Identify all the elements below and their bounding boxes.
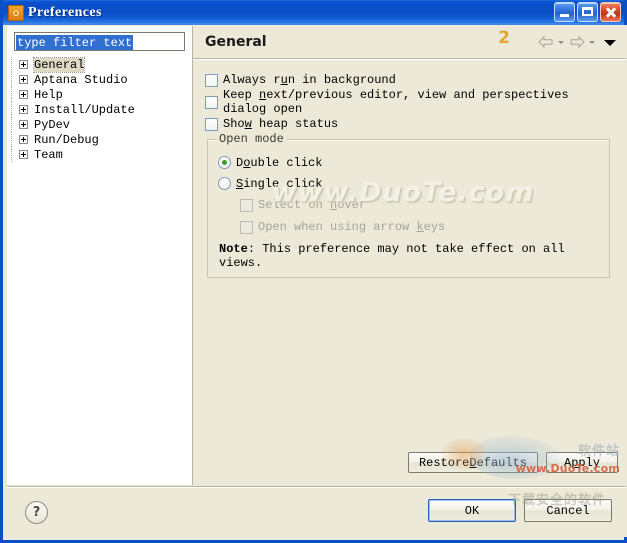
checkbox-icon[interactable] [205, 117, 218, 131]
menu-chevron-down-icon[interactable] [602, 34, 618, 50]
close-button[interactable] [600, 2, 621, 22]
search-input[interactable]: type filter text [14, 32, 185, 51]
tree-item-run-debug[interactable]: Run/Debug [7, 132, 192, 147]
back-chevron-down-icon[interactable] [557, 34, 566, 50]
group-legend: Open mode [216, 132, 287, 146]
radio-double-click[interactable]: Double click [218, 152, 599, 173]
dialog-body: type filter text General Aptana Studio H… [6, 25, 627, 537]
tree-item-team[interactable]: Team [7, 147, 192, 162]
apply-button[interactable]: Ap ply [546, 452, 618, 473]
checkbox-icon [240, 198, 253, 212]
tree-item-label: Help [34, 87, 63, 102]
checkbox-select-on-hover: Select on hover [240, 194, 599, 216]
checkbox-icon[interactable] [205, 95, 218, 109]
restore-defaults-button[interactable]: Restore Defaults [407, 452, 538, 473]
note-label: Note [219, 242, 248, 256]
expand-icon[interactable] [19, 120, 28, 129]
preferences-dialog: Preferences type filter text General Apt… [0, 0, 627, 543]
tree-item-label: General [32, 56, 86, 73]
dialog-footer: ? OK Cancel 下载安全的软件 [7, 486, 626, 537]
tree-item-aptana-studio[interactable]: Aptana Studio [7, 72, 192, 87]
checkbox-keep-next-previous-editor[interactable]: Keep next/previous editor, view and pers… [205, 88, 614, 116]
tree-guide-line [11, 147, 12, 162]
page-nav-tools [537, 26, 618, 58]
tree-item-general[interactable]: General [7, 56, 192, 73]
checkbox-label: Open when using arrow keys [258, 220, 446, 234]
tree-guide-line [11, 87, 12, 102]
tree-item-install-update[interactable]: Install/Update [7, 102, 192, 117]
tree-item-pydev[interactable]: PyDev [7, 117, 192, 132]
checkbox-label: Always run in background [223, 73, 396, 87]
minimize-icon [555, 3, 574, 21]
expand-icon[interactable] [19, 135, 28, 144]
tree-item-label: Team [34, 147, 63, 162]
open-mode-group: Open mode Double click Single click Sele… [207, 132, 610, 278]
title-bar[interactable]: Preferences [3, 0, 624, 25]
tree-guide-line [11, 72, 12, 87]
radio-icon[interactable] [218, 177, 231, 190]
checkbox-icon[interactable] [205, 73, 218, 87]
expand-icon[interactable] [19, 60, 28, 69]
checkbox-open-when-using-arrow-keys: Open when using arrow keys [240, 216, 599, 238]
page-content: Always run in background Keep next/previ… [193, 59, 626, 278]
filter-wrap: type filter text [7, 26, 192, 51]
tree-item-label: Install/Update [34, 102, 135, 117]
preference-tree[interactable]: General Aptana Studio Help Install/Updat… [7, 56, 192, 162]
preference-page-pane: General Always run in background Keep ne… [193, 26, 626, 485]
page-action-buttons: Restore Defaults Ap ply [407, 452, 618, 473]
radio-label: Single click [236, 176, 323, 191]
forward-chevron-down-icon[interactable] [588, 34, 597, 50]
tree-item-help[interactable]: Help [7, 87, 192, 102]
tree-item-label: Aptana Studio [34, 72, 128, 87]
close-icon [601, 3, 620, 21]
filter-text-value: type filter text [16, 35, 134, 50]
page-title: General [205, 34, 267, 50]
maximize-icon [578, 3, 597, 21]
window-title: Preferences [28, 4, 102, 20]
checkbox-label: Show heap status [223, 117, 339, 131]
radio-icon[interactable] [218, 156, 231, 169]
note-body: : This preference may not take effect on… [219, 242, 565, 270]
tree-guide-line [11, 117, 12, 132]
checkbox-icon [240, 220, 253, 234]
window-controls [554, 2, 621, 22]
forward-arrow-icon[interactable] [568, 34, 586, 50]
radio-single-click[interactable]: Single click [218, 173, 599, 194]
checkbox-label: Keep next/previous editor, view and pers… [223, 88, 569, 116]
preference-tree-pane: type filter text General Aptana Studio H… [7, 26, 193, 485]
tree-item-label: Run/Debug [34, 132, 99, 147]
gear-icon [8, 4, 24, 21]
expand-icon[interactable] [19, 75, 28, 84]
expand-icon[interactable] [19, 150, 28, 159]
expand-icon[interactable] [19, 105, 28, 114]
note-text: Note: This preference may not take effec… [218, 242, 599, 270]
maximize-button[interactable] [577, 2, 598, 22]
checkbox-label: Select on hover [258, 198, 367, 212]
help-button[interactable]: ? [25, 501, 48, 524]
tree-item-label: PyDev [34, 117, 71, 132]
page-header: General [193, 26, 626, 59]
radio-label: Double click [236, 155, 323, 170]
tree-guide-line [11, 102, 12, 117]
cancel-button[interactable]: Cancel [524, 499, 612, 522]
ok-button[interactable]: OK [428, 499, 516, 522]
expand-icon[interactable] [19, 90, 28, 99]
minimize-button[interactable] [554, 2, 575, 22]
back-arrow-icon[interactable] [537, 34, 555, 50]
tree-guide-line [11, 132, 12, 147]
tree-guide-line [11, 57, 12, 72]
dialog-buttons: OK Cancel [428, 499, 612, 522]
